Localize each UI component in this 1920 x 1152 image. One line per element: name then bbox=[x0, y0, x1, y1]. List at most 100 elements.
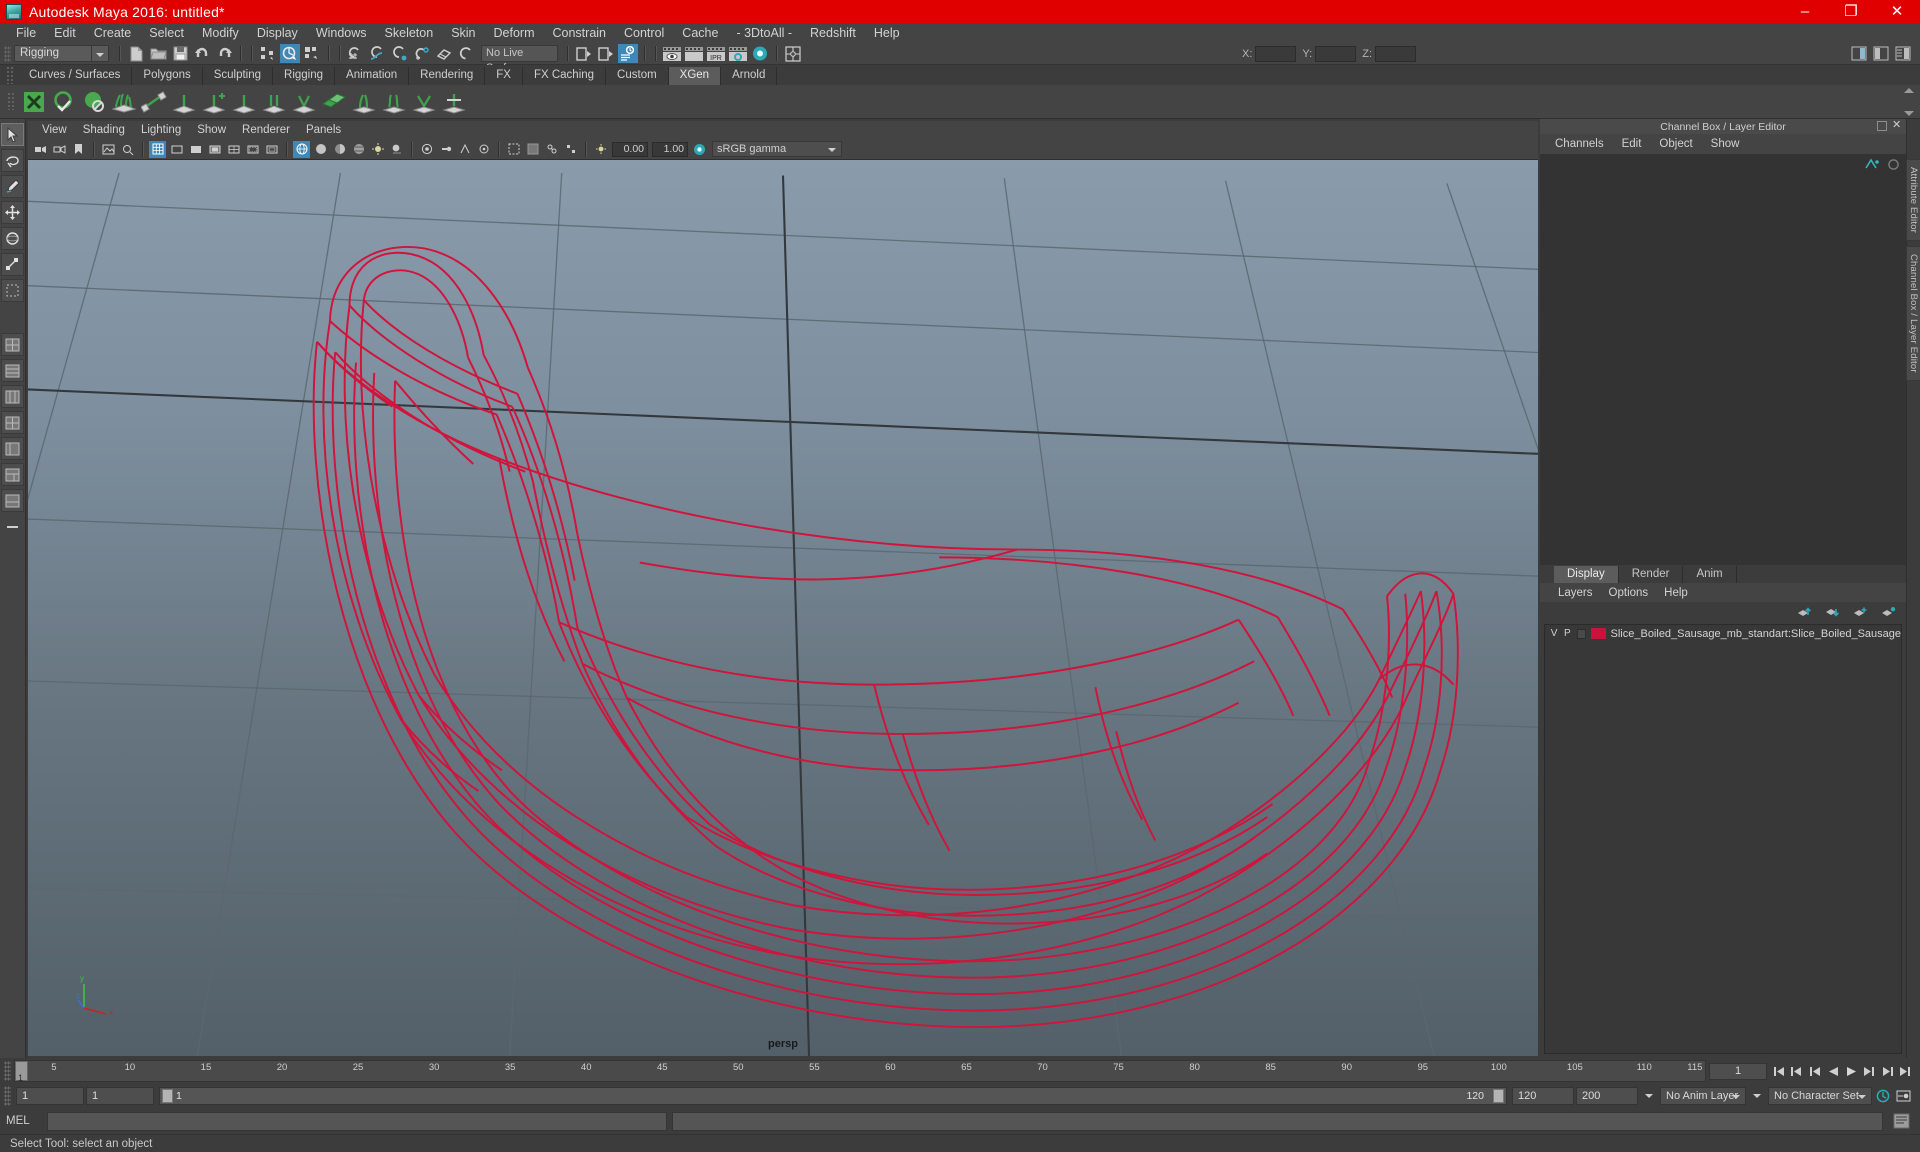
open-scene-icon[interactable] bbox=[148, 44, 168, 63]
viewport-menu-lighting[interactable]: Lighting bbox=[133, 121, 189, 139]
snap-to-curve-icon[interactable] bbox=[368, 44, 388, 63]
command-output-field[interactable] bbox=[672, 1111, 1883, 1131]
viewport-menu-view[interactable]: View bbox=[34, 121, 75, 139]
menu-create[interactable]: Create bbox=[85, 23, 141, 43]
menu-select[interactable]: Select bbox=[140, 23, 193, 43]
vtab-channel-box-layer-editor[interactable]: Channel Box / Layer Editor bbox=[1906, 246, 1920, 381]
menu-redshift[interactable]: Redshift bbox=[801, 23, 865, 43]
layer-menu-layers[interactable]: Layers bbox=[1550, 583, 1601, 603]
channel-box-keyable-icon[interactable] bbox=[1887, 158, 1900, 171]
layer-tab-anim[interactable]: Anim bbox=[1683, 566, 1737, 583]
resolution-gate-icon[interactable] bbox=[187, 141, 204, 158]
pane-layout-icon[interactable] bbox=[783, 44, 803, 63]
layer-menu-options[interactable]: Options bbox=[1601, 583, 1657, 603]
xgen-clump-icon[interactable] bbox=[350, 88, 378, 116]
anim-layer-selector[interactable]: No Anim Layer bbox=[1660, 1087, 1746, 1105]
scale-tool[interactable] bbox=[1, 253, 24, 276]
make-live-icon[interactable] bbox=[456, 44, 476, 63]
render-settings-icon[interactable] bbox=[728, 44, 748, 63]
time-cursor[interactable]: 1 bbox=[15, 1061, 28, 1081]
ipr-render-icon[interactable]: IPR bbox=[706, 44, 726, 63]
paint-select-tool[interactable] bbox=[1, 175, 24, 198]
playback-end-field[interactable]: 120 bbox=[1512, 1087, 1574, 1105]
coord-z-field[interactable] bbox=[1375, 45, 1416, 62]
auto-keyframe-icon[interactable] bbox=[1874, 1087, 1892, 1105]
shelf-scroll-up-icon[interactable] bbox=[1904, 88, 1914, 93]
xray-joints-icon[interactable] bbox=[543, 141, 560, 158]
sidebar-attribute-editor-icon[interactable] bbox=[1849, 44, 1869, 63]
xgen-preview-refresh-icon[interactable] bbox=[50, 88, 78, 116]
range-end-handle[interactable] bbox=[1493, 1089, 1504, 1103]
select-by-object-type-icon[interactable] bbox=[280, 44, 300, 63]
create-layer-from-selected-icon[interactable] bbox=[1881, 606, 1896, 619]
snap-to-grid-icon[interactable] bbox=[346, 44, 366, 63]
xgen-sculpt-guide-icon[interactable] bbox=[230, 88, 258, 116]
close-panel-icon[interactable]: ✕ bbox=[1892, 120, 1902, 131]
shelf-scroll-down-icon[interactable] bbox=[1904, 111, 1914, 116]
maximize-button[interactable]: ❐ bbox=[1828, 0, 1874, 23]
live-surface-field[interactable]: No Live Surface bbox=[481, 45, 558, 74]
menu-edit[interactable]: Edit bbox=[45, 23, 85, 43]
shelf-tab-xgen[interactable]: XGen bbox=[668, 67, 722, 85]
render-current-frame-icon[interactable] bbox=[684, 44, 704, 63]
viewport-menu-show[interactable]: Show bbox=[189, 121, 234, 139]
command-input-field[interactable] bbox=[47, 1111, 667, 1131]
move-tool[interactable] bbox=[1, 201, 24, 224]
select-by-hierarchy-icon[interactable] bbox=[258, 44, 278, 63]
range-slider-grip[interactable] bbox=[4, 1086, 11, 1106]
time-slider-grip[interactable] bbox=[4, 1061, 11, 1081]
shelf-tab-curves-surfaces[interactable]: Curves / Surfaces bbox=[18, 67, 133, 85]
color-management-icon[interactable] bbox=[691, 141, 708, 158]
3d-viewport[interactable]: y x z persp bbox=[28, 160, 1538, 1056]
command-language-label[interactable]: MEL bbox=[6, 1115, 42, 1127]
menu-3dtoall[interactable]: - 3DtoAll - bbox=[727, 23, 801, 43]
shelf-scroll-arrows[interactable] bbox=[1904, 88, 1916, 116]
shelf-tab-fx-caching[interactable]: FX Caching bbox=[522, 67, 607, 85]
script-editor-icon[interactable] bbox=[1891, 1111, 1911, 1131]
layer-menu-help[interactable]: Help bbox=[1656, 583, 1696, 603]
channelbox-menu-channels[interactable]: Channels bbox=[1546, 134, 1613, 154]
layout-collapse[interactable] bbox=[1, 515, 24, 538]
range-start-handle[interactable] bbox=[162, 1089, 173, 1103]
playback-start-field[interactable]: 1 bbox=[86, 1087, 154, 1105]
select-camera-icon[interactable] bbox=[32, 141, 49, 158]
shelf-grip[interactable] bbox=[6, 66, 15, 84]
layer-visibility-toggle[interactable]: V bbox=[1550, 628, 1558, 639]
redo-icon[interactable] bbox=[214, 44, 234, 63]
image-plane-icon[interactable] bbox=[100, 141, 117, 158]
step-back-frame-icon[interactable] bbox=[1788, 1062, 1806, 1080]
display-layer-list[interactable]: V P Slice_Boiled_Sausage_mb_standart:Sli… bbox=[1544, 624, 1902, 1054]
select-tool[interactable] bbox=[1, 123, 24, 146]
layout-four-pane[interactable] bbox=[1, 411, 24, 434]
sidebar-channel-box-icon[interactable] bbox=[1893, 44, 1913, 63]
layer-row[interactable]: V P Slice_Boiled_Sausage_mb_standart:Sli… bbox=[1545, 625, 1901, 642]
menu-help[interactable]: Help bbox=[865, 23, 909, 43]
gamma-field[interactable]: 1.00 bbox=[652, 141, 688, 157]
move-layer-up-icon[interactable] bbox=[1797, 606, 1812, 619]
new-scene-icon[interactable] bbox=[126, 44, 146, 63]
anim-layer-chevron-down-icon[interactable] bbox=[1748, 1087, 1766, 1105]
depth-of-field-icon[interactable] bbox=[475, 141, 492, 158]
xgen-guides-icon[interactable] bbox=[140, 88, 168, 116]
xgen-part-icon[interactable] bbox=[410, 88, 438, 116]
xgen-add-guide-icon[interactable] bbox=[200, 88, 228, 116]
step-forward-key-icon[interactable] bbox=[1860, 1062, 1878, 1080]
output-connections-icon[interactable] bbox=[596, 44, 616, 63]
layout-two-pane-stacked[interactable] bbox=[1, 385, 24, 408]
shelf-tab-custom[interactable]: Custom bbox=[606, 67, 669, 85]
exposure-field[interactable]: 0.00 bbox=[612, 141, 648, 157]
channelbox-menu-edit[interactable]: Edit bbox=[1613, 134, 1651, 154]
shelf-tab-fx[interactable]: FX bbox=[485, 67, 523, 85]
layout-persp-outliner[interactable] bbox=[1, 437, 24, 460]
film-gate-icon[interactable] bbox=[168, 141, 185, 158]
layout-hypershade[interactable] bbox=[1, 463, 24, 486]
menu-deform[interactable]: Deform bbox=[485, 23, 544, 43]
hardware-texturing-icon[interactable] bbox=[350, 141, 367, 158]
restore-panel-icon[interactable] bbox=[1877, 121, 1887, 131]
current-frame-field[interactable]: 1 bbox=[1709, 1062, 1767, 1080]
channel-box-content[interactable] bbox=[1540, 154, 1906, 565]
shelf-tab-rigging[interactable]: Rigging bbox=[273, 67, 336, 85]
use-default-lighting-icon[interactable] bbox=[369, 141, 386, 158]
statusbar-grip[interactable] bbox=[4, 45, 11, 62]
exposure-icon[interactable] bbox=[592, 141, 609, 158]
